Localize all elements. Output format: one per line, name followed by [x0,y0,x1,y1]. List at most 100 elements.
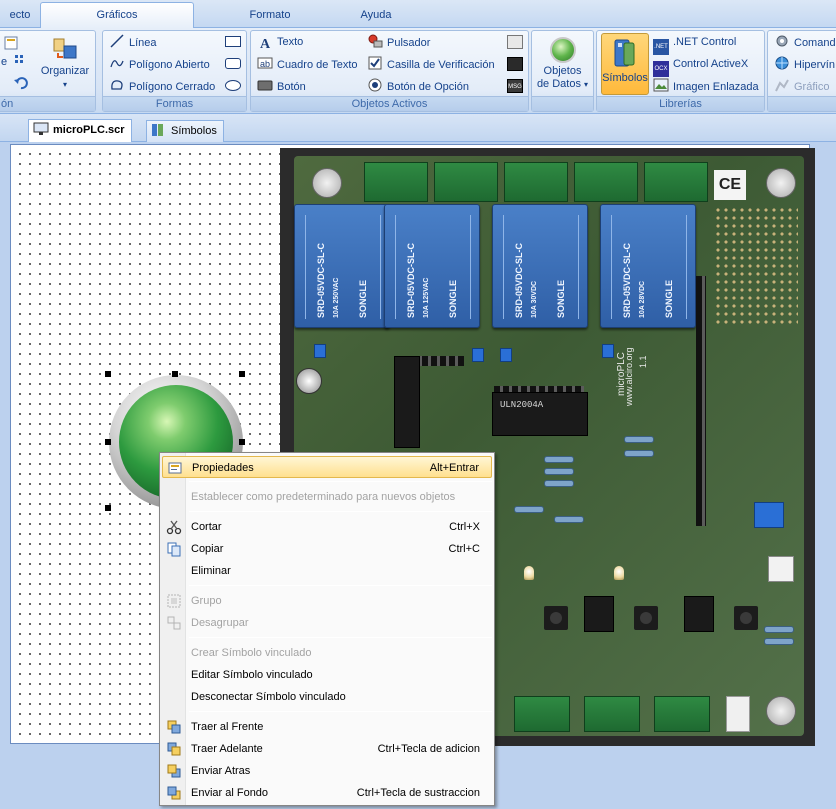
grid-icon[interactable] [13,53,33,71]
ellipse-icon[interactable] [225,80,241,91]
pin-header [696,276,706,526]
group-icon [166,593,182,609]
svg-text:SRD-05VDC-SL-C: SRD-05VDC-SL-C [406,242,416,318]
ribbon-group-objetos-activos: A Texto ab Cuadro de Texto Botón Pulsador … [250,30,529,112]
resistor [624,450,654,457]
menu-item-set-default[interactable]: Establecer como predeterminado para nuev… [162,486,492,508]
properties-small-icon [3,35,19,51]
dotnet-control-tool[interactable]: .NET .NET Control [653,33,736,55]
button-icon [257,77,273,93]
jumper [314,344,326,358]
ribbon-group-formas: Línea Polígono Abierto Polígono Cerrado … [102,30,247,112]
selection-handle[interactable] [239,371,245,377]
doc-tab-simbolos[interactable]: Símbolos [146,120,224,142]
selection-handle[interactable] [105,439,111,445]
dropdown-arrow-icon: ▾ [62,80,67,89]
svg-text:SONGLE: SONGLE [358,280,368,318]
ribbon-item-partial-e[interactable]: e [1,53,7,71]
menu-item-copiar[interactable]: Copiar Ctrl+C [162,538,492,560]
svg-text:10A 28VDC: 10A 28VDC [639,281,646,318]
menu-item-crear-simbolo[interactable]: Crear Símbolo vinculado [162,642,492,664]
resistor [514,506,544,513]
capacitor [296,368,322,394]
svg-text:10A 30VDC: 10A 30VDC [531,281,538,318]
resistor [544,468,574,475]
symbols-button[interactable]: Símbolos [601,33,649,95]
text-tool[interactable]: A Texto [257,33,303,52]
msg-control-icon[interactable]: MSG [507,79,523,93]
globe-icon [774,55,790,71]
ungroup-icon [166,615,182,631]
closed-polygon-tool[interactable]: Polígono Cerrado [109,77,215,95]
organize-icon [52,37,78,61]
uln2004a-chip [492,392,588,436]
terminal-block [364,162,428,202]
menu-item-grupo[interactable]: Grupo [162,590,492,612]
rectangle-icon[interactable] [225,36,241,47]
grid-control-icon[interactable] [507,35,523,49]
data-objects-label-2: de Datos ▾ [536,78,589,90]
display-control-icon[interactable] [507,57,523,71]
sv7-connector [754,502,784,528]
menu-item-desagrupar[interactable]: Desagrupar [162,612,492,634]
symbols-icon [613,37,637,69]
menu-separator [189,585,492,586]
rounded-rectangle-icon[interactable] [225,58,241,69]
menu-item-editar-simbolo[interactable]: Editar Símbolo vinculado [162,664,492,686]
tab-graficos[interactable]: Gráficos [40,2,194,29]
command-tool[interactable]: Comand [774,33,836,51]
scissors-icon [166,519,182,535]
open-polygon-tool[interactable]: Polígono Abierto [109,55,210,73]
textbox-tool[interactable]: ab Cuadro de Texto [257,55,358,73]
terminal-block [434,162,498,202]
menu-item-eliminar[interactable]: Eliminar [162,560,492,582]
text-icon: A [259,37,271,52]
doc-tab-microplc[interactable]: microPLC.scr [28,119,132,142]
selection-handle[interactable] [105,371,111,377]
menu-item-desconectar-simbolo[interactable]: Desconectar Símbolo vinculado [162,686,492,708]
ribbon-group-objetos-datos: Objetos de Datos ▾ [531,30,594,112]
menu-item-enviar-fondo[interactable]: Enviar al Fondo Ctrl+Tecla de sustraccion [162,782,492,804]
tab-proyecto[interactable]: ecto [0,3,40,28]
tab-ayuda[interactable]: Ayuda [346,3,406,28]
selection-handle[interactable] [105,505,111,511]
button-tool[interactable]: Botón [257,77,306,95]
svg-text:SRD-05VDC-SL-C: SRD-05VDC-SL-C [622,242,632,318]
pushbutton-tool[interactable]: Pulsador [367,33,430,51]
menu-item-enviar-atras[interactable]: Enviar Atras [162,760,492,782]
organize-button[interactable]: Organizar ▾ [39,35,91,95]
ribbon-item-partial[interactable] [3,35,23,53]
activex-icon: OCX [653,61,669,77]
menu-item-propiedades[interactable]: Propiedades Alt+Entrar [162,456,492,478]
tab-formato[interactable]: Formato [194,3,346,28]
menu-item-cortar[interactable]: Cortar Ctrl+X [162,516,492,538]
graphic-tool[interactable]: Gráfico [774,77,829,95]
linked-image-tool[interactable]: Imagen Enlazada [653,77,759,95]
radio-tool[interactable]: Botón de Opción [367,77,469,95]
white-connector [768,556,794,582]
selection-handle[interactable] [172,371,178,377]
closed-polygon-icon [109,77,125,93]
line-icon [109,33,125,49]
menu-separator [189,511,492,512]
prototype-area [714,206,798,326]
selection-handle[interactable] [239,439,245,445]
undo-icon[interactable] [13,75,33,93]
checkbox-tool[interactable]: Casilla de Verificación [367,55,495,73]
menu-item-traer-adelante[interactable]: Traer Adelante Ctrl+Tecla de adicion [162,738,492,760]
terminal-block [584,696,640,732]
pushbutton-icon [367,33,383,49]
data-objects-button[interactable]: Objetos de Datos ▾ [534,33,591,95]
chip-label: ULN2004A [500,400,544,410]
activex-control-tool[interactable]: OCX Control ActiveX [653,55,748,77]
line-tool[interactable]: Línea [109,33,157,51]
group-label-objetos-activos: Objetos Activos [251,96,528,111]
white-terminal [726,696,750,732]
menu-item-traer-frente[interactable]: Traer al Frente [162,716,492,738]
properties-icon [167,460,183,476]
ic1-chip [394,356,420,448]
hyperlink-tool[interactable]: Hipervín [774,55,835,73]
terminal-block [504,162,568,202]
ribbon-group-arrange: e Organizar ▾ ón [0,30,96,112]
relay-lettering: SRD-05VDC-SL-C SRD-05VDC-SL-C SRD-05VDC-… [316,242,674,318]
